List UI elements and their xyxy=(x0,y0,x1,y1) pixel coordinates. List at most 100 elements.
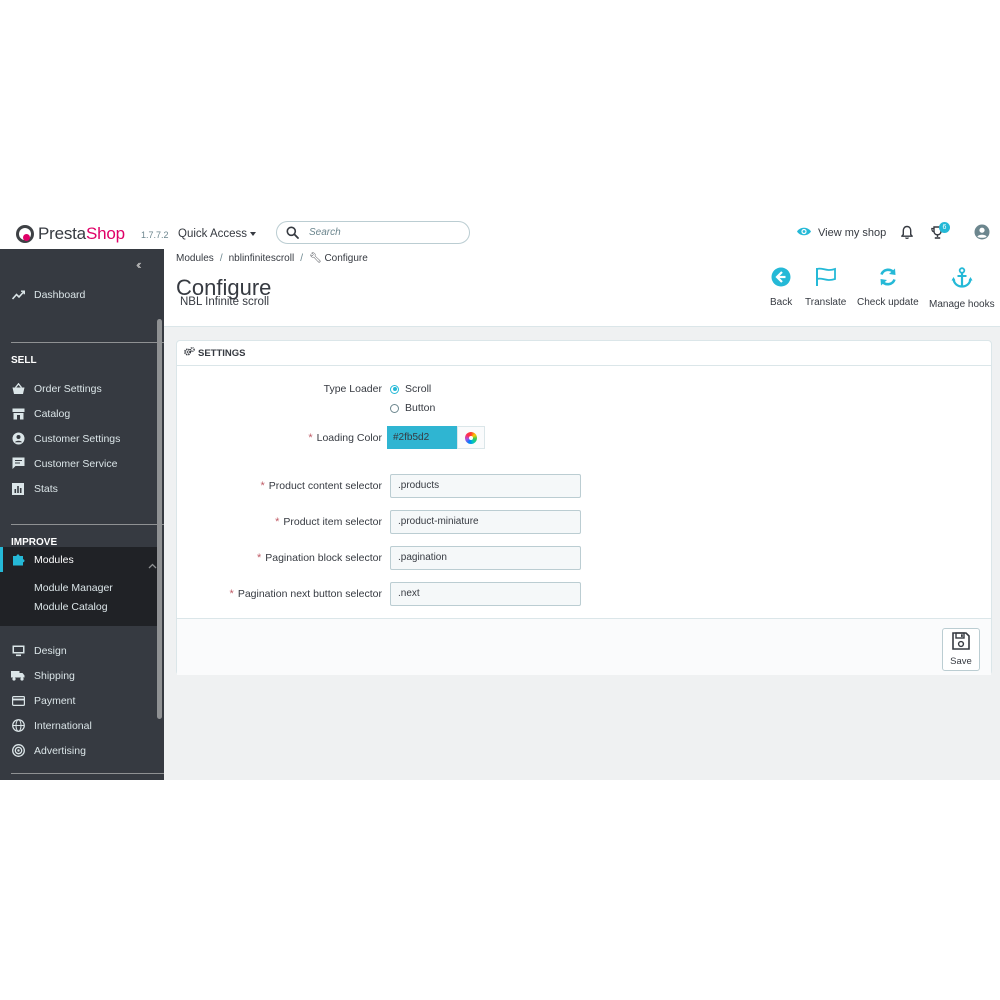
shopping-basket-icon xyxy=(11,382,25,396)
radio-checked-icon xyxy=(390,384,399,394)
color-wheel-icon xyxy=(465,431,477,444)
sidebar-item-dashboard[interactable]: Dashboard xyxy=(0,282,160,307)
breadcrumb-configure: Configure xyxy=(324,253,368,264)
sidebar-subitem-module-catalog[interactable]: Module Catalog xyxy=(34,601,108,613)
puzzle-piece-icon xyxy=(11,553,25,567)
save-button[interactable]: Save xyxy=(942,628,980,671)
type-loader-label: Type Loader xyxy=(323,383,382,395)
sidebar-subitem-module-manager[interactable]: Module Manager xyxy=(34,582,113,594)
view-my-shop-label: View my shop xyxy=(818,227,887,239)
quick-access-dropdown[interactable]: Quick Access xyxy=(178,228,257,240)
prestashop-logo[interactable]: PrestaShop xyxy=(16,224,125,244)
translate-button[interactable]: Translate xyxy=(805,267,846,308)
field-label-text: Pagination next button selector xyxy=(237,588,382,600)
product-item-selector-input[interactable]: .product-miniature xyxy=(390,510,581,534)
radio-scroll[interactable]: Scroll xyxy=(390,383,431,395)
sidebar-item-design[interactable]: Design xyxy=(0,638,160,663)
wrench-icon: 🔧︎ xyxy=(308,253,322,264)
sidebar-item-customer-service[interactable]: Customer Service xyxy=(0,451,160,476)
check-update-label: Check update xyxy=(857,297,919,308)
truck-icon xyxy=(11,669,25,683)
manage-hooks-label: Manage hooks xyxy=(929,299,995,310)
sidebar-item-order-settings[interactable]: Order Settings xyxy=(0,376,160,401)
brand-prefix: Presta xyxy=(38,224,86,243)
account-avatar-icon[interactable] xyxy=(974,224,990,245)
save-label: Save xyxy=(950,656,972,667)
sidebar-item-label: Dashboard xyxy=(34,288,86,301)
top-header: PrestaShop 1.7.7.2 Quick Access View my … xyxy=(0,212,1000,249)
required-asterisk: * xyxy=(308,432,313,444)
quick-access-label: Quick Access xyxy=(178,228,248,240)
eye-icon xyxy=(796,226,812,240)
loading-color-label: * Loading Color xyxy=(308,432,382,444)
sidebar-item-stats[interactable]: Stats xyxy=(0,476,160,501)
sidebar-item-catalog[interactable]: Catalog xyxy=(0,401,160,426)
sidebar-item-shipping[interactable]: Shipping xyxy=(0,663,160,688)
bar-chart-icon xyxy=(11,482,25,496)
sidebar-item-label: Advertising xyxy=(34,744,86,757)
breadcrumb-module[interactable]: nblinfinitescroll xyxy=(229,253,295,264)
check-update-button[interactable]: Check update xyxy=(857,267,919,308)
loading-color-input[interactable]: #2fb5d2 xyxy=(387,426,457,449)
notification-badge: 6 xyxy=(939,222,950,233)
breadcrumb-modules[interactable]: Modules xyxy=(176,253,214,264)
floppy-disk-icon xyxy=(952,632,970,653)
admin-app: PrestaShop 1.7.7.2 Quick Access View my … xyxy=(0,212,1000,780)
account-circle-icon xyxy=(11,432,25,446)
required-asterisk: * xyxy=(229,588,234,600)
back-button[interactable]: Back xyxy=(770,267,792,308)
sidebar-item-label: Payment xyxy=(34,694,76,707)
radio-button[interactable]: Button xyxy=(390,402,435,414)
search-input[interactable] xyxy=(309,225,459,240)
radio-scroll-label: Scroll xyxy=(405,383,432,395)
sidebar-item-label: Customer Settings xyxy=(34,432,121,445)
sidebar-item-international[interactable]: International xyxy=(0,713,160,738)
translate-label: Translate xyxy=(805,297,847,308)
sidebar-item-customer-settings[interactable]: Customer Settings xyxy=(0,426,160,451)
color-picker-button[interactable] xyxy=(457,426,485,449)
sidebar-item-modules[interactable]: Modules xyxy=(0,547,160,572)
sidebar-item-label: Stats xyxy=(34,482,58,495)
sidebar-item-advertising[interactable]: Advertising xyxy=(0,738,160,763)
chat-icon xyxy=(11,457,25,471)
field-label-text: Product item selector xyxy=(283,516,382,528)
pagination-block-selector-label: * Pagination block selector xyxy=(257,552,382,564)
collapse-sidebar-icon[interactable]: ‹‹ xyxy=(136,257,141,272)
sidebar-item-label: Order Settings xyxy=(34,382,102,395)
sidebar-item-label: International xyxy=(34,719,92,732)
panel-heading-text: SETTINGS xyxy=(198,347,246,359)
settings-panel: SETTINGS Type Loader Scroll Button * Load… xyxy=(176,340,992,675)
monitor-icon xyxy=(11,644,25,658)
section-title-sell: SELL xyxy=(11,355,37,366)
chevron-up-icon[interactable] xyxy=(148,556,157,574)
panel-heading: SETTINGS xyxy=(177,341,991,366)
search-icon[interactable] xyxy=(286,226,299,244)
sidebar-item-payment[interactable]: Payment xyxy=(0,688,160,713)
view-my-shop-link[interactable]: View my shop xyxy=(796,226,886,240)
page-toolbar: Modules / nblinfinitescroll / 🔧︎ Configure C… xyxy=(164,249,1000,327)
bell-icon[interactable] xyxy=(900,225,914,245)
sidebar-scrollbar[interactable] xyxy=(157,319,162,719)
pagination-block-selector-input[interactable]: .pagination xyxy=(390,546,581,570)
refresh-icon xyxy=(878,267,898,290)
brand-name: PrestaShop xyxy=(38,224,125,244)
radio-unchecked-icon xyxy=(390,403,399,413)
pagination-next-button-selector-input[interactable]: .next xyxy=(390,582,581,606)
product-content-selector-input[interactable]: .products xyxy=(390,474,581,498)
anchor-icon xyxy=(951,267,973,292)
trending-up-icon xyxy=(11,288,25,302)
sidebar-item-label: Shipping xyxy=(34,669,75,682)
manage-hooks-button[interactable]: Manage hooks xyxy=(929,267,995,310)
credit-card-icon xyxy=(11,694,25,708)
page-subtitle: NBL Infinite scroll xyxy=(180,296,270,308)
prestashop-logo-icon xyxy=(16,225,34,243)
loading-color-label-text: Loading Color xyxy=(316,432,382,444)
product-content-selector-label: * Product content selector xyxy=(260,480,382,492)
brand-suffix: Shop xyxy=(85,224,125,243)
back-label: Back xyxy=(770,297,793,308)
sidebar-divider xyxy=(11,773,164,774)
required-asterisk: * xyxy=(260,480,265,492)
sidebar-divider xyxy=(11,342,164,343)
field-label-text: Pagination block selector xyxy=(265,552,382,564)
sidebar-item-label: Catalog xyxy=(34,407,71,420)
